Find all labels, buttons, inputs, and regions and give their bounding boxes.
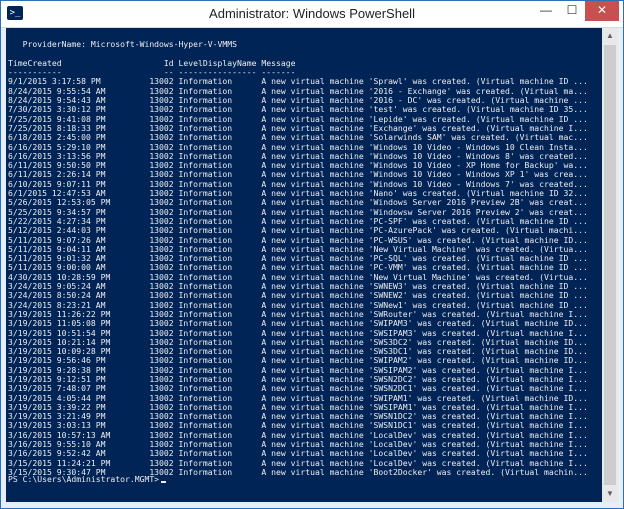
title-bar[interactable]: >_ Administrator: Windows PowerShell — ☐…	[1, 1, 623, 28]
console-line: ProviderName: Microsoft-Windows-Hyper-V-…	[8, 39, 238, 50]
window-title: Administrator: Windows PowerShell	[209, 6, 415, 21]
console-output: ProviderName: Microsoft-Windows-Hyper-V-…	[8, 31, 588, 477]
prompt-text: PS C:\Users\Administrator.MGMT>	[8, 474, 160, 484]
command-prompt[interactable]: PS C:\Users\Administrator.MGMT>	[8, 474, 167, 484]
scroll-down-button[interactable]: ▼	[602, 486, 618, 502]
scroll-up-button[interactable]: ▲	[602, 28, 618, 44]
close-button[interactable]: ✕	[585, 1, 619, 21]
powershell-window: >_ Administrator: Windows PowerShell — ☐…	[0, 0, 624, 509]
vertical-scrollbar[interactable]: ▲ ▼	[602, 28, 618, 502]
console-area[interactable]: ProviderName: Microsoft-Windows-Hyper-V-…	[6, 28, 602, 502]
minimize-button[interactable]: —	[533, 1, 559, 21]
scroll-thumb[interactable]	[604, 45, 616, 485]
maximize-button[interactable]: ☐	[559, 1, 585, 21]
text-cursor	[161, 481, 167, 483]
